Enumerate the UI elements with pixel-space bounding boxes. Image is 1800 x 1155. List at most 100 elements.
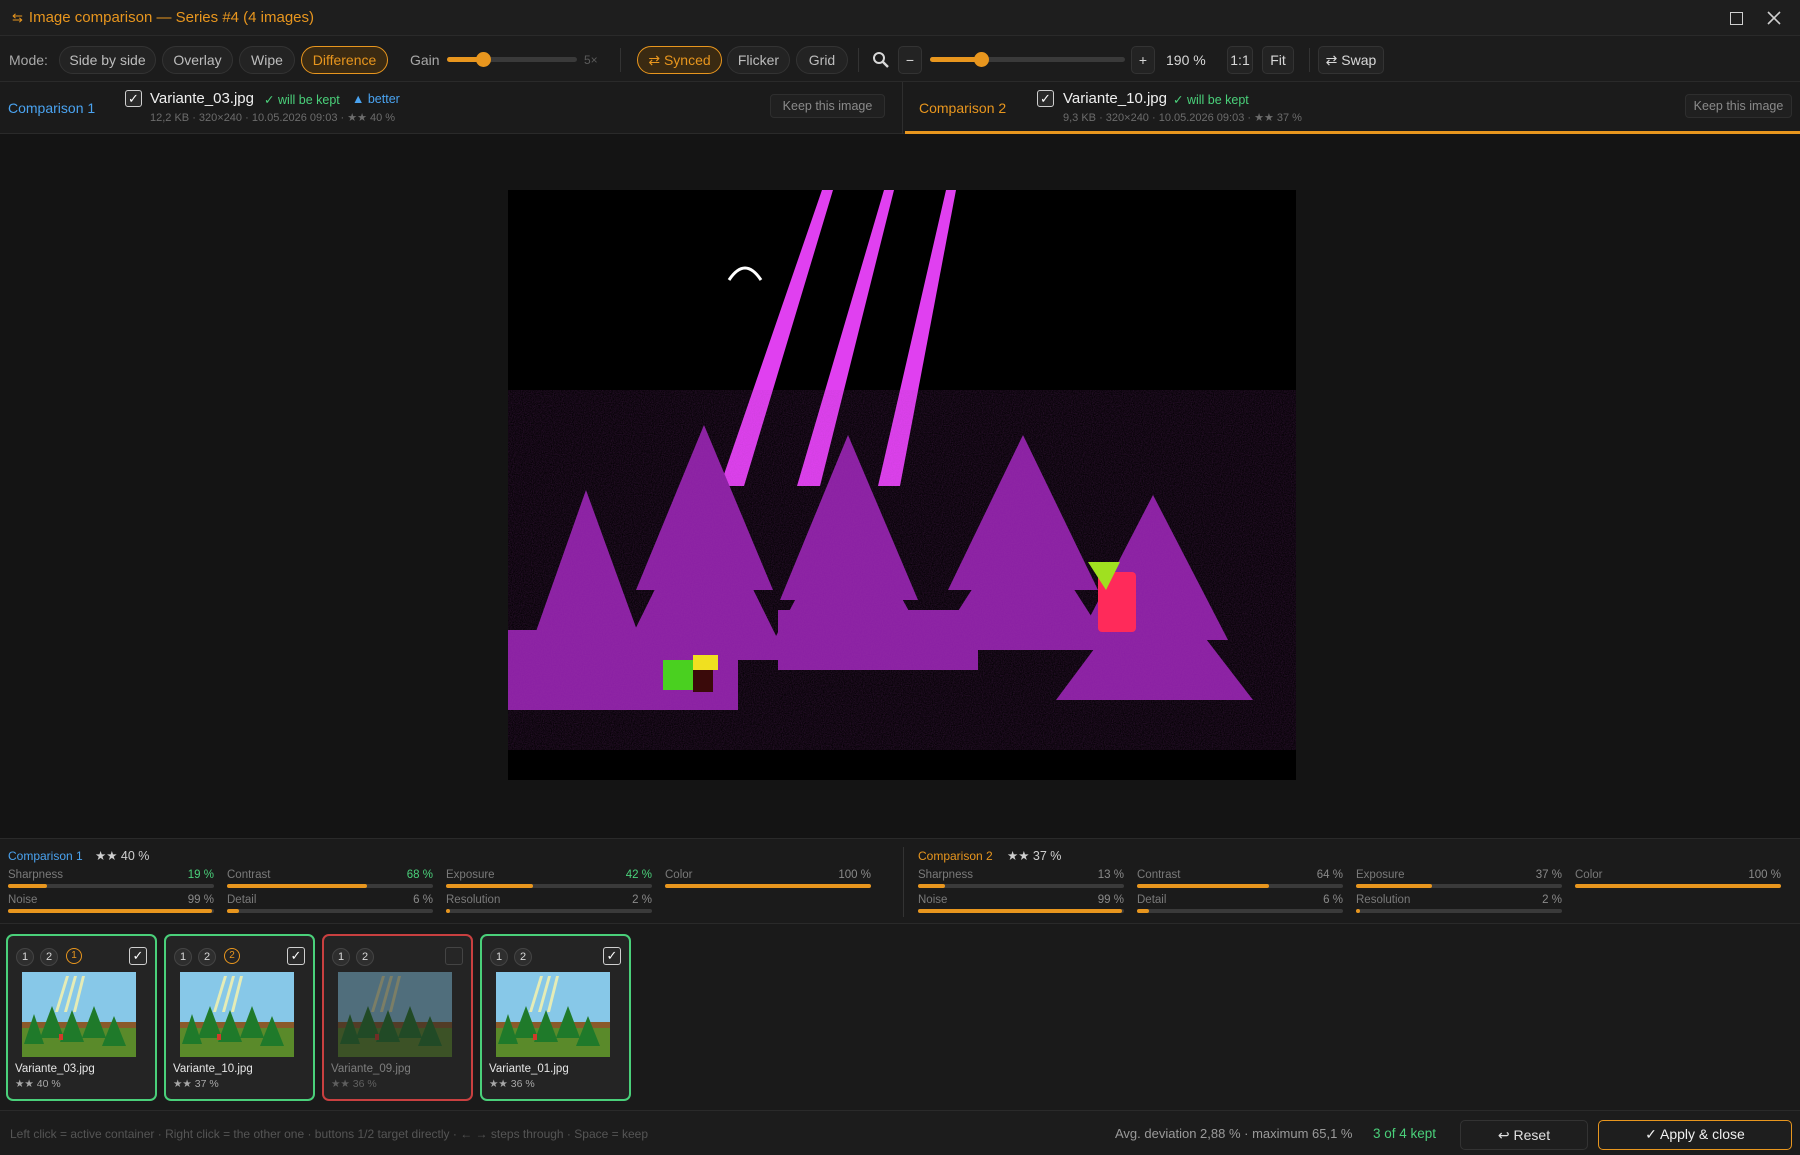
thumbnail-card[interactable]: 1 2 Variante_09.jpg ★★ 36 % [322,934,473,1101]
metric-bar [1356,909,1562,913]
mode-side-by-side-button[interactable]: Side by side [59,46,156,74]
metrics-2-stars: ★★ 37 % [1007,849,1062,863]
gain-slider[interactable] [447,52,577,67]
comparison-1-keep-button[interactable]: Keep this image [770,94,885,118]
metric-value: 100 % [838,869,871,881]
zoom-in-button[interactable]: + [1131,46,1155,74]
metric-sharpness: Sharpness 19 % [8,869,214,891]
comparison-2-pane[interactable]: Comparison 2 ✓ Variante_10.jpg ✓ will be… [905,82,1800,134]
mode-overlay-button[interactable]: Overlay [162,46,233,74]
metric-value: 2 % [1542,894,1562,906]
metric-noise: Noise 99 % [918,894,1124,916]
metric-value: 100 % [1748,869,1781,881]
comparison-1-kept-status: ✓ will be kept [264,93,340,107]
metric-value: 2 % [632,894,652,906]
metric-bar-fill [1575,884,1781,888]
metric-name: Exposure [1356,869,1405,881]
mode-label: Mode: [9,52,48,68]
close-icon [1767,11,1781,25]
metric-value: 99 % [187,894,214,906]
metrics-1-stars: ★★ 40 % [95,849,150,863]
metric-noise: Noise 99 % [8,894,214,916]
metric-bar [1137,884,1343,888]
metric-detail: Detail 6 % [1137,894,1343,916]
metric-color: Color 100 % [665,869,871,891]
set-comparison-2-button[interactable]: 2 [514,948,532,966]
metric-bar [1575,884,1781,888]
metric-bar [8,909,214,913]
header-divider [902,82,903,134]
metric-name: Detail [227,894,257,906]
metric-resolution: Resolution 2 % [1356,894,1562,916]
zoom-out-button[interactable]: − [898,46,922,74]
comparison-1-title: Comparison 1 [8,100,96,116]
metric-name: Sharpness [918,869,973,881]
keep-checkbox[interactable]: ✓ [603,947,621,965]
thumbnail-card[interactable]: 1 2 2 ✓ Variante_10.jpg ★★ 37 % [164,934,315,1101]
thumbnail-card[interactable]: 1 2 1 ✓ Variante_03.jpg ★★ 40 % [6,934,157,1101]
gain-slider-knob[interactable] [476,52,492,67]
thumbnail-score: ★★ 40 % [15,1078,61,1090]
set-comparison-2-button[interactable]: 2 [356,948,374,966]
close-button[interactable] [1762,6,1786,30]
metric-bar [1137,909,1343,913]
flicker-button[interactable]: Flicker [727,46,790,74]
comparison-2-kept-status: ✓ will be kept [1173,93,1249,107]
set-comparison-2-button[interactable]: 2 [198,948,216,966]
apply-close-button[interactable]: ✓ Apply & close [1598,1120,1792,1150]
zoom-slider[interactable] [930,52,1125,67]
keep-checkbox[interactable] [445,947,463,965]
deviation-readout: Avg. deviation 2,88 % · maximum 65,1 % [1115,1126,1353,1141]
comparison-2-title: Comparison 2 [919,100,1007,116]
image-viewer[interactable] [0,134,1800,838]
comparison-2-keep-button[interactable]: Keep this image [1685,94,1792,118]
thumbnail-card[interactable]: 1 2 ✓ Variante_01.jpg ★★ 36 % [480,934,631,1101]
comparison-1-keep-checkbox[interactable]: ✓ [125,90,142,107]
reset-button[interactable]: ↩ Reset [1460,1120,1588,1150]
metric-bar-fill [1356,909,1361,913]
swap-button[interactable]: ⇄ Swap [1318,46,1384,74]
gain-label: Gain [410,52,440,68]
grid-button[interactable]: Grid [796,46,848,74]
synced-toggle[interactable]: ⇄ Synced [637,46,722,74]
set-comparison-1-button[interactable]: 1 [174,948,192,966]
swap-arrows-icon: ⇆ [12,9,23,25]
metrics-divider [903,847,904,917]
metric-name: Color [1575,869,1603,881]
set-comparison-1-button[interactable]: 1 [490,948,508,966]
mode-wipe-button[interactable]: Wipe [239,46,295,74]
kept-count: 3 of 4 kept [1373,1126,1437,1141]
toolbar-divider [1309,48,1310,72]
metric-value: 64 % [1316,869,1343,881]
metric-name: Sharpness [8,869,63,881]
metric-name: Resolution [446,894,501,906]
keep-checkbox[interactable]: ✓ [129,947,147,965]
metric-value: 6 % [1323,894,1343,906]
metric-name: Contrast [227,869,271,881]
metric-value: 19 % [187,869,214,881]
comparison-header: Comparison 1 ✓ Variante_03.jpg ✓ will be… [0,82,1800,134]
status-bar: Left click = active container · Right cl… [0,1110,1800,1155]
metric-bar [227,884,433,888]
metric-bar [1356,884,1562,888]
metric-bar-fill [918,884,945,888]
metrics-panel: Comparison 1 ★★ 40 % Sharpness 19 % Contra… [0,838,1800,924]
metric-bar [446,884,652,888]
maximize-button[interactable] [1724,6,1748,30]
set-comparison-2-button[interactable]: 2 [40,948,58,966]
zoom-1-to-1-button[interactable]: 1:1 [1227,46,1253,74]
zoom-slider-knob[interactable] [973,52,989,67]
thumbnail-score: ★★ 36 % [331,1078,377,1090]
comparison-1-pane[interactable]: Comparison 1 ✓ Variante_03.jpg ✓ will be… [0,82,902,134]
difference-image [508,190,1296,780]
metric-exposure: Exposure 37 % [1356,869,1562,891]
metric-name: Noise [8,894,38,906]
keep-checkbox[interactable]: ✓ [287,947,305,965]
keyboard-hint: Left click = active container · Right cl… [10,1127,648,1141]
comparison-2-keep-checkbox[interactable]: ✓ [1037,90,1054,107]
set-comparison-1-button[interactable]: 1 [16,948,34,966]
mode-difference-button[interactable]: Difference [301,46,388,74]
set-comparison-1-button[interactable]: 1 [332,948,350,966]
zoom-fit-button[interactable]: Fit [1262,46,1294,74]
metric-bar-fill [918,909,1122,913]
